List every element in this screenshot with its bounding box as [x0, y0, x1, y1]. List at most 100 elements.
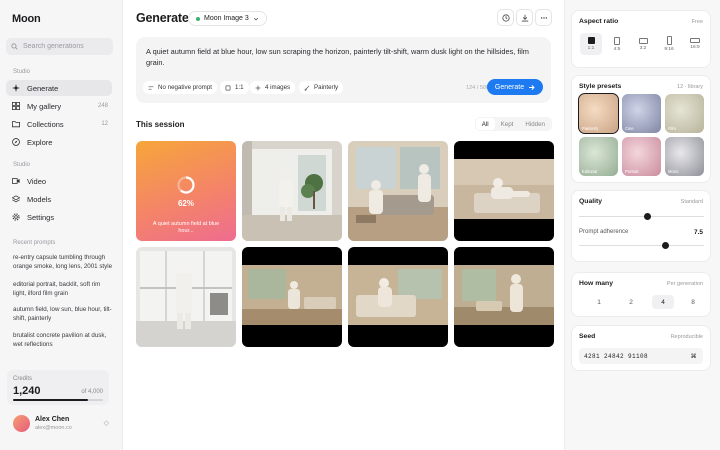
- generated-image[interactable]: [136, 247, 236, 347]
- recent-prompt[interactable]: brutalist concrete pavilion at dusk, wet…: [13, 332, 113, 349]
- folder-icon: [12, 121, 20, 128]
- preset-editorial[interactable]: Editorial: [579, 137, 618, 176]
- recent-prompt[interactable]: autumn field, low sun, blue hour, tilt-s…: [13, 306, 113, 323]
- chevron-up-down-icon: ◇: [103, 420, 109, 427]
- generated-image[interactable]: [242, 247, 342, 347]
- ratio-label: 1:1: [587, 46, 595, 51]
- nav-label: Video: [27, 176, 47, 186]
- preset-label: Cine: [625, 126, 634, 131]
- character-count: 124 / 500: [466, 85, 489, 91]
- image-window-room: [454, 247, 554, 347]
- generated-image[interactable]: [454, 141, 554, 241]
- more-button[interactable]: [535, 9, 552, 26]
- progress-caption: A quiet autumn field at blue hour...: [152, 221, 220, 234]
- chip-label: Painterly: [314, 84, 339, 91]
- image-glass-room: [136, 247, 236, 347]
- generate-button[interactable]: Generate: [487, 79, 543, 95]
- ratio-option-3-2[interactable]: 3:2: [632, 33, 654, 55]
- style-chip[interactable]: Painterly: [299, 81, 344, 94]
- generated-image[interactable]: [454, 247, 554, 347]
- generation-progress-tile[interactable]: 62% A quiet autumn field at blue hour...: [136, 141, 236, 241]
- nav-label: My gallery: [27, 101, 62, 111]
- seed-card: Seed Reproducible 4281 24842 91108 ⌘: [571, 325, 711, 371]
- count-option-1[interactable]: 1: [588, 295, 610, 309]
- nav-item-collections[interactable]: Collections 12: [6, 116, 112, 132]
- gear-icon: [12, 213, 20, 221]
- preset-portrait[interactable]: Portrait: [622, 137, 661, 176]
- slider-thumb[interactable]: [644, 213, 652, 220]
- count-option-2[interactable]: 2: [620, 295, 642, 309]
- arrow-right-icon: [529, 84, 535, 90]
- brush-icon: [304, 85, 310, 91]
- credits-label: Credits: [13, 376, 33, 382]
- quality-card: Quality Standard Prompt adherence 7.5: [571, 190, 711, 262]
- credits-value: 1,240: [13, 385, 41, 397]
- nav-item-settings[interactable]: Settings: [6, 209, 112, 225]
- adherence-value: 7.5: [693, 229, 703, 236]
- more-horizontal-icon: [540, 16, 547, 19]
- card-title: Style presets: [579, 83, 622, 90]
- ratio-option-16-9[interactable]: 16:9: [684, 33, 706, 55]
- status-dot-icon: [196, 16, 200, 21]
- preset-painterly[interactable]: Painterly: [578, 93, 619, 134]
- quality-slider[interactable]: [579, 213, 704, 220]
- nav-item-models[interactable]: Models: [6, 191, 112, 207]
- card-note: Reproducible: [670, 334, 703, 340]
- recent-prompt[interactable]: re-entry capsule tumbling through orange…: [13, 254, 113, 279]
- seed-input[interactable]: 4281 24842 91108 ⌘: [579, 348, 703, 364]
- clock-icon: [501, 13, 510, 22]
- nav-label: Settings: [27, 212, 55, 222]
- nav-item-explore[interactable]: Explore: [6, 134, 112, 150]
- user-name: Alex Chen: [35, 416, 70, 423]
- ratio-label: 16:9: [690, 45, 700, 50]
- nav-item-video[interactable]: Video: [6, 173, 112, 189]
- preset-cine[interactable]: Cine: [622, 94, 661, 133]
- preset-mono[interactable]: Mono: [665, 137, 704, 176]
- history-button[interactable]: [497, 9, 514, 26]
- download-button[interactable]: [516, 9, 533, 26]
- nav-item-gallery[interactable]: My gallery 248: [6, 98, 112, 114]
- search-input[interactable]: [23, 43, 111, 50]
- ratio-option-1-1[interactable]: 1:1: [580, 33, 602, 55]
- grid-icon: [12, 102, 20, 110]
- filter-all[interactable]: All: [475, 118, 495, 130]
- avatar: [13, 415, 30, 432]
- user-menu[interactable]: Alex Chen alex@moon.co ◇: [13, 414, 109, 434]
- count-option-8[interactable]: 8: [682, 295, 704, 309]
- ratio-option-9-16[interactable]: 9:16: [658, 33, 680, 55]
- aspect-chip[interactable]: 1:1: [220, 81, 249, 94]
- image-count-chip[interactable]: 4 images: [250, 81, 296, 94]
- slider-thumb[interactable]: [661, 242, 669, 249]
- image-sofa-lounge: [348, 247, 448, 347]
- nav-item-generate[interactable]: Generate: [6, 80, 112, 96]
- card-note: Per generation: [666, 281, 703, 287]
- count-option-4[interactable]: 4: [652, 295, 674, 309]
- model-selector[interactable]: Moon Image 3: [188, 11, 267, 26]
- search-box[interactable]: [6, 38, 113, 55]
- sidebar: Moon Studio Generate My gallery 248 Coll…: [0, 0, 123, 450]
- generated-image[interactable]: [348, 247, 448, 347]
- image-cinematic-sofa: [454, 141, 554, 241]
- ratio-label: 4:5: [613, 46, 621, 52]
- card-title: Seed: [579, 333, 596, 340]
- negative-prompt-chip[interactable]: No negative prompt: [143, 81, 217, 94]
- section-label-recent: Recent prompts: [13, 240, 56, 246]
- compass-icon: [12, 138, 20, 146]
- aspect-ratio-card: Aspect ratio Free 1:1 4:5 3:2 9:16 16:9: [571, 10, 711, 68]
- adherence-slider[interactable]: [579, 242, 704, 249]
- ratio-shape-icon: [690, 38, 700, 43]
- minus-lines-icon: [148, 85, 154, 90]
- filter-kept[interactable]: Kept: [495, 118, 520, 130]
- chip-label: No negative prompt: [158, 84, 212, 91]
- generated-image[interactable]: [348, 141, 448, 241]
- filter-hidden[interactable]: Hidden: [519, 118, 551, 130]
- app-logo[interactable]: Moon: [12, 13, 41, 25]
- recent-prompt[interactable]: editorial portrait, backlit, soft rim li…: [13, 281, 113, 298]
- generated-image[interactable]: [242, 141, 342, 241]
- prompt-input[interactable]: A quiet autumn field at blue hour, low s…: [146, 46, 541, 68]
- card-note: Standard: [680, 199, 703, 205]
- preset-label: Mono: [668, 169, 679, 174]
- preset-film[interactable]: Film: [665, 94, 704, 133]
- video-icon: [12, 178, 20, 184]
- ratio-option-4-5[interactable]: 4:5: [606, 33, 628, 55]
